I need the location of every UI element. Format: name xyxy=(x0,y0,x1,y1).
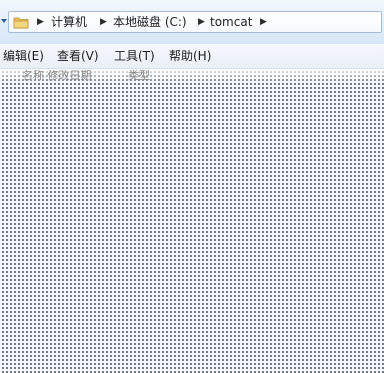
address-bar[interactable]: ▶ 计算机 ▶ 本地磁盘 (C:) ▶ tomcat ▶ xyxy=(8,11,382,33)
file-list-area[interactable] xyxy=(0,69,384,373)
breadcrumb-arrow-icon[interactable]: ▶ xyxy=(198,12,205,32)
breadcrumb-local-disk[interactable]: 本地磁盘 (C:) xyxy=(113,12,187,32)
breadcrumb-computer[interactable]: 计算机 xyxy=(51,12,87,32)
folder-icon xyxy=(13,17,29,29)
list-column-header: 名称 修改日期 类型 xyxy=(0,69,384,85)
menu-tools[interactable]: 工具(T) xyxy=(114,44,155,68)
column-header-name[interactable]: 名称 修改日期 xyxy=(22,69,92,85)
menu-bar: 编辑(E) 查看(V) 工具(T) 帮助(H) xyxy=(0,44,384,69)
menu-help[interactable]: 帮助(H) xyxy=(169,44,211,68)
history-dropdown-icon[interactable] xyxy=(0,16,8,26)
breadcrumb-arrow-icon[interactable]: ▶ xyxy=(100,12,107,32)
menu-edit[interactable]: 编辑(E) xyxy=(3,44,44,68)
breadcrumb-tomcat[interactable]: tomcat xyxy=(210,12,252,32)
address-strip: ▶ 计算机 ▶ 本地磁盘 (C:) ▶ tomcat ▶ xyxy=(0,0,384,45)
column-header-type[interactable]: 类型 xyxy=(128,69,158,85)
breadcrumb-arrow-icon[interactable]: ▶ xyxy=(37,12,44,32)
menu-view[interactable]: 查看(V) xyxy=(57,44,99,68)
breadcrumb-arrow-icon[interactable]: ▶ xyxy=(260,12,267,32)
